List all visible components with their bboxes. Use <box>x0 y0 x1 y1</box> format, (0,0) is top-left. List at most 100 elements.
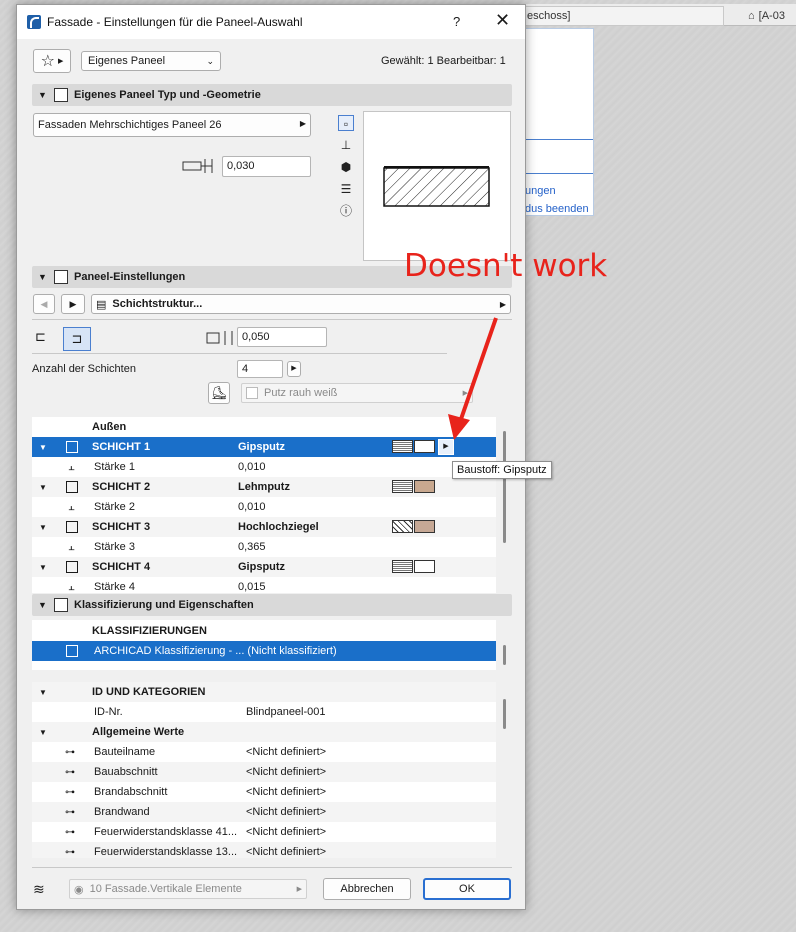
fill-pattern-swatch[interactable] <box>392 520 413 533</box>
collapse-triangle-icon: ▼ <box>38 90 47 100</box>
table-row-thickness-2[interactable]: ⫠ Stärke 2 0,010 <box>32 497 496 517</box>
property-row[interactable]: ⊶ Brandabschnitt <Nicht definiert> <box>32 782 496 802</box>
id-row[interactable]: ID-Nr. Blindpaneel-001 <box>32 702 496 722</box>
layer-count-stepper[interactable]: ▶ <box>287 361 301 377</box>
table-row-thickness-3[interactable]: ⫠ Stärke 3 0,365 <box>32 537 496 557</box>
table-row-layer-1[interactable]: ▼ SCHICHT 1 Gipsputz ▶ <box>32 437 496 457</box>
thickness-icon: ⫠ <box>68 580 75 593</box>
table-row-layer-2[interactable]: ▼ SCHICHT 2 Lehmputz <box>32 477 496 497</box>
panel-thickness-field[interactable]: 0,030 <box>222 156 311 177</box>
material-override-label: Putz rauh weiß <box>264 387 338 399</box>
property-name: Feuerwiderstandsklasse 41... <box>94 826 238 838</box>
close-button[interactable]: ✕ <box>495 11 510 29</box>
background-tab-sheet-label: [A-03 <box>758 10 785 22</box>
property-value[interactable]: <Nicht definiert> <box>246 786 326 798</box>
view-3d-icon[interactable]: ⬢ <box>338 159 354 175</box>
settings-page-label: Schichtstruktur... <box>112 298 203 310</box>
favorites-button[interactable]: ☆ ▶ <box>33 49 71 73</box>
property-value[interactable]: <Nicht definiert> <box>246 766 326 778</box>
collapse-triangle-icon: ▼ <box>39 562 47 572</box>
link-icon: ⊶ <box>65 786 75 798</box>
general-values-header[interactable]: ▼ Allgemeine Werte <box>32 722 496 742</box>
ok-button[interactable]: OK <box>423 878 511 900</box>
background-link-settings[interactable]: ungen <box>525 185 556 197</box>
thickness-label: Stärke 1 <box>94 461 135 473</box>
panel-preview <box>363 111 511 261</box>
table-row-thickness-4[interactable]: ⫠ Stärke 4 0,015 <box>32 577 496 594</box>
material-override-field[interactable]: Putz rauh weiß ▶ <box>241 383 473 403</box>
background-link-exit-mode[interactable]: dus beenden <box>525 203 589 215</box>
section-title: Eigenes Paneel Typ und -Geometrie <box>74 89 261 101</box>
section-classification-properties[interactable]: ▼ Klassifizierung und Eigenschaften <box>32 594 512 616</box>
background-tab-floor[interactable]: eschoss] <box>522 6 724 26</box>
surface-color-swatch[interactable] <box>414 520 435 533</box>
table-row-layer-4[interactable]: ▼ SCHICHT 4 Gipsputz <box>32 557 496 577</box>
annotation-text: Doesn't work <box>404 248 608 284</box>
property-value[interactable]: <Nicht definiert> <box>246 806 326 818</box>
classification-icon <box>66 645 78 657</box>
help-button[interactable]: ? <box>453 14 460 29</box>
id-category-header[interactable]: ▼ ID UND KATEGORIEN <box>32 682 496 702</box>
thickness-value[interactable]: 0,015 <box>238 581 266 593</box>
table-row-layer-3[interactable]: ▼ SCHICHT 3 Hochlochziegel <box>32 517 496 537</box>
layer-table-scrollbar[interactable] <box>503 431 506 543</box>
fill-pattern-swatch[interactable] <box>392 480 413 493</box>
property-row[interactable]: ⊶ Brandwand <Nicht definiert> <box>32 802 496 822</box>
fill-pattern-swatch[interactable] <box>392 560 413 573</box>
surface-color-swatch[interactable] <box>414 560 435 573</box>
link-icon: ⊶ <box>65 806 75 818</box>
id-label: ID-Nr. <box>94 706 123 718</box>
thickness-icon: ⫠ <box>68 500 75 513</box>
thickness-value[interactable]: 0,365 <box>238 541 266 553</box>
dialog-title: Fassade - Einstellungen für die Paneel-A… <box>47 15 303 29</box>
eye-icon: ◉ <box>74 883 84 896</box>
section-panel-type-geometry[interactable]: ▼ Eigenes Paneel Typ und -Geometrie <box>32 84 512 106</box>
classification-row[interactable]: ARCHICAD Klassifizierung - ... (Nicht kl… <box>32 641 496 661</box>
document-icon <box>54 598 68 612</box>
inside-alignment-icon[interactable]: ⊐ <box>63 327 91 351</box>
layer-dropdown[interactable]: ◉ 10 Fassade.Vertikale Elemente ▶ <box>69 879 307 899</box>
property-name: Bauteilname <box>94 746 156 758</box>
properties-list: ▼ ID UND KATEGORIEN ID-Nr. Blindpaneel-0… <box>32 682 496 858</box>
classification-scrollbar[interactable] <box>503 645 506 665</box>
general-header-label: Allgemeine Werte <box>92 726 185 738</box>
panel-type-dropdown[interactable]: Eigenes Paneel ⌄ <box>81 51 221 71</box>
background-tab-sheet[interactable]: ⌂ [A-03 <box>744 6 796 26</box>
section-title: Klassifizierung und Eigenschaften <box>74 599 254 611</box>
property-row[interactable]: ⊶ Bauteilname <Nicht definiert> <box>32 742 496 762</box>
material-override-checkbox[interactable] <box>246 387 258 399</box>
table-row-thickness-1[interactable]: ⫠ Stärke 1 0,010 <box>32 457 496 477</box>
property-value[interactable]: <Nicht definiert> <box>246 746 326 758</box>
thickness-value[interactable]: 0,010 <box>238 461 266 473</box>
surface-color-swatch[interactable] <box>414 440 435 453</box>
id-value[interactable]: Blindpaneel-001 <box>246 706 326 718</box>
property-name: Brandabschnitt <box>94 786 168 798</box>
collapse-triangle-icon: ▼ <box>39 482 47 492</box>
property-row[interactable]: ⊶ Feuerwiderstandsklasse 13... <Nicht de… <box>32 842 496 858</box>
paint-brush-icon[interactable]: ⛸ <box>208 382 230 404</box>
surface-color-swatch[interactable] <box>414 480 435 493</box>
view-2d-icon[interactable]: ▫ <box>338 115 354 131</box>
property-value[interactable]: <Nicht definiert> <box>246 846 326 858</box>
layer-material: Hochlochziegel <box>238 521 319 533</box>
property-row[interactable]: ⊶ Feuerwiderstandsklasse 41... <Nicht de… <box>32 822 496 842</box>
property-value[interactable]: <Nicht definiert> <box>246 826 326 838</box>
prev-page-button[interactable]: ◀ <box>33 294 55 314</box>
panel-library-selector[interactable]: Fassaden Mehrschichtiges Paneel 26 ▶ <box>33 113 311 137</box>
next-page-button[interactable]: ▶ <box>61 294 85 314</box>
properties-scrollbar[interactable] <box>503 699 506 729</box>
layers-view-icon[interactable]: ☰ <box>338 181 354 197</box>
layer-count-field[interactable]: 4 <box>237 360 283 378</box>
outside-alignment-icon[interactable]: ⊏ <box>35 329 61 349</box>
thickness-value[interactable]: 0,010 <box>238 501 266 513</box>
info-icon[interactable]: ⓘ <box>338 203 354 219</box>
property-row[interactable]: ⊶ Bauabschnitt <Nicht definiert> <box>32 762 496 782</box>
chevron-right-icon: ▶ <box>296 886 302 893</box>
fill-pattern-swatch[interactable] <box>392 440 413 453</box>
offset-field[interactable]: 0,050 <box>237 327 327 347</box>
layer-count-label: Anzahl der Schichten <box>32 363 136 375</box>
cancel-button[interactable]: Abbrechen <box>323 878 411 900</box>
collapse-triangle-icon: ▼ <box>38 600 47 610</box>
thickness-icon: ⫠ <box>68 540 75 553</box>
section-view-icon[interactable]: ⊥ <box>338 137 354 153</box>
